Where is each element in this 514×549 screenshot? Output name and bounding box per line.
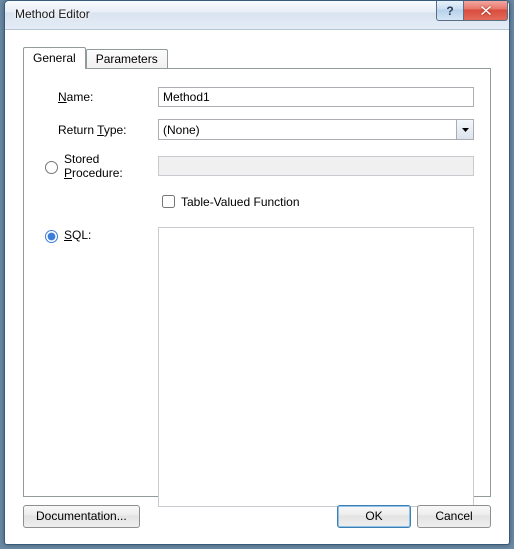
window-title: Method Editor [15, 7, 90, 21]
tab-parameters[interactable]: Parameters [86, 49, 168, 70]
close-button[interactable] [464, 1, 508, 21]
documentation-button[interactable]: Documentation... [23, 505, 140, 528]
close-icon [481, 6, 491, 15]
table-valued-function-checkbox[interactable] [162, 195, 175, 208]
tab-body-general: Name: Return Type: (None) [23, 68, 491, 497]
name-label: Name: [40, 90, 158, 104]
help-icon: ? [446, 4, 453, 18]
stored-procedure-field [158, 156, 474, 176]
cancel-button[interactable]: Cancel [417, 505, 491, 528]
tab-general[interactable]: General [23, 47, 86, 69]
stored-procedure-label[interactable]: Stored Procedure: [40, 152, 158, 180]
return-type-dropdown-button[interactable] [456, 120, 473, 139]
method-editor-dialog: Method Editor ? GeneralParameters Name [4, 0, 510, 545]
tab-strip: GeneralParameters [23, 47, 491, 68]
sql-radio[interactable] [45, 230, 58, 243]
return-type-combo[interactable]: (None) [158, 119, 474, 140]
table-valued-function-label: Table-Valued Function [181, 195, 300, 209]
sql-textarea[interactable] [158, 227, 474, 507]
titlebar[interactable]: Method Editor ? [5, 1, 509, 30]
name-field[interactable] [158, 87, 474, 107]
chevron-down-icon [462, 128, 469, 132]
return-type-label: Return Type: [40, 123, 158, 137]
sql-label[interactable]: SQL: [40, 227, 158, 243]
ok-button[interactable]: OK [337, 505, 411, 528]
help-button[interactable]: ? [436, 1, 464, 21]
stored-procedure-radio[interactable] [45, 161, 58, 174]
